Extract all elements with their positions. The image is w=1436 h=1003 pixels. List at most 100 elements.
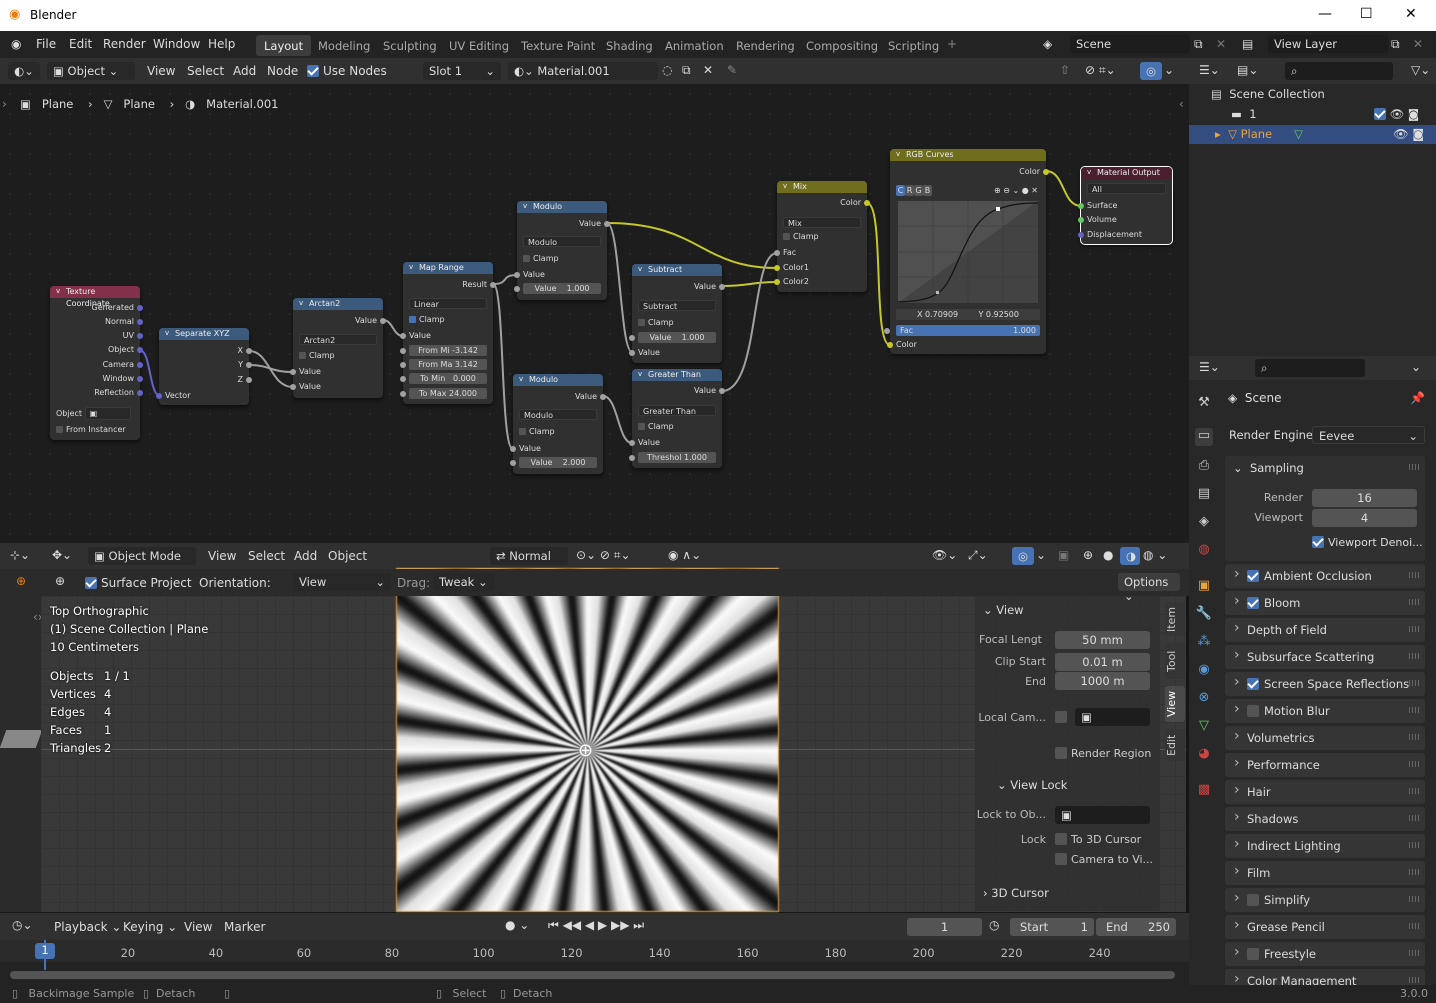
- active-tool-icon[interactable]: ⊕: [55, 574, 65, 588]
- curve-tools-icons[interactable]: ⊕ ⊖ ⌄ ● ✕: [994, 185, 1038, 196]
- blend-mode-dropdown[interactable]: Mix: [783, 217, 861, 228]
- current-frame-field[interactable]: 1: [907, 918, 982, 936]
- viewport-samples-field[interactable]: 4: [1312, 509, 1417, 527]
- sidebar-tab-tool[interactable]: Tool: [1165, 643, 1185, 679]
- panel-freestyle[interactable]: Freestyle: [1225, 942, 1425, 966]
- proportional-editing-icon[interactable]: ◉ ∧⌄: [668, 548, 701, 562]
- operation-dropdown[interactable]: Modulo: [523, 236, 601, 247]
- constraints-tab-icon[interactable]: ⊗: [1195, 690, 1213, 708]
- editor-type-icon[interactable]: ⊹⌄: [10, 548, 30, 562]
- viewport-menu-add[interactable]: Add: [294, 549, 317, 563]
- drag-handle-icon[interactable]: [1409, 815, 1419, 821]
- view-lock-header[interactable]: ⌄ View Lock: [997, 778, 1067, 792]
- panel-film[interactable]: Film: [1225, 861, 1425, 885]
- value-field[interactable]: Value 2.000: [510, 457, 597, 468]
- operation-dropdown[interactable]: Greater Than: [638, 405, 716, 416]
- xray-icon[interactable]: ▣: [1058, 548, 1069, 562]
- cursor-tool-icon[interactable]: ⊕: [16, 574, 26, 588]
- playback-menu[interactable]: Playback ⌄: [54, 920, 121, 934]
- drag-handle-icon[interactable]: [1409, 761, 1419, 767]
- drag-handle-icon[interactable]: [1409, 734, 1419, 740]
- editor-type-icon[interactable]: ☰⌄: [1199, 360, 1220, 374]
- panel-grease-pencil[interactable]: Grease Pencil: [1225, 915, 1425, 939]
- surface-project-checkbox[interactable]: Surface Project: [85, 576, 192, 590]
- outliner-collection[interactable]: ▬ 1 👁 ◙: [1231, 107, 1431, 121]
- clamp-checkbox[interactable]: Clamp: [299, 350, 377, 361]
- local-camera-checkbox[interactable]: [1055, 710, 1071, 724]
- shading-solid-icon[interactable]: ●: [1103, 548, 1113, 562]
- node-map-range[interactable]: Map Range Result Linear Clamp Value From…: [400, 261, 496, 404]
- point-x[interactable]: X 0.70909: [917, 310, 958, 319]
- clamp-checkbox[interactable]: Clamp: [638, 317, 716, 328]
- physics-tab-icon[interactable]: ◉: [1195, 662, 1213, 680]
- panel-enable-checkbox[interactable]: [1247, 597, 1259, 609]
- view-panel-header[interactable]: ⌄ View: [983, 603, 1024, 617]
- channel-c[interactable]: C: [896, 185, 905, 196]
- panel-shadows[interactable]: Shadows: [1225, 807, 1425, 831]
- panel-enable-checkbox[interactable]: [1247, 948, 1259, 960]
- delete-view-layer-icon[interactable]: ✕: [1413, 37, 1423, 51]
- panel-screen-space-reflections[interactable]: Screen Space Reflections: [1225, 672, 1425, 696]
- outliner-scene-collection[interactable]: ▤ Scene Collection: [1211, 87, 1325, 101]
- render-region-checkbox[interactable]: Render Region: [1055, 747, 1151, 760]
- node-material-output[interactable]: Material Output All Surface Volume Displ…: [1078, 166, 1173, 245]
- focal-length-field[interactable]: 50 mm: [1055, 631, 1150, 649]
- panel-enable-checkbox[interactable]: [1247, 570, 1259, 582]
- delete-scene-icon[interactable]: ✕: [1216, 37, 1226, 51]
- node-texture-coordinate[interactable]: Texture Coordinate Generated Normal UV O…: [50, 285, 143, 440]
- sampling-header[interactable]: ⌄ Sampling: [1233, 461, 1304, 475]
- drag-handle-icon[interactable]: [1409, 842, 1419, 848]
- object-field[interactable]: Object ▣: [56, 407, 134, 420]
- drag-handle-icon[interactable]: [1409, 923, 1419, 929]
- render-samples-field[interactable]: 16: [1312, 489, 1417, 507]
- drag-handle-icon[interactable]: [1409, 572, 1419, 578]
- panel-depth-of-field[interactable]: Depth of Field: [1225, 618, 1425, 642]
- start-frame-field[interactable]: Start 1: [1010, 918, 1094, 936]
- drag-handle-icon[interactable]: [1409, 788, 1419, 794]
- render-engine-dropdown[interactable]: Eevee ⌄: [1312, 426, 1425, 444]
- value-field[interactable]: Value 1.000: [514, 283, 601, 294]
- lock-to-cursor-checkbox[interactable]: To 3D Cursor: [1055, 833, 1141, 846]
- 3d-cursor-panel-header[interactable]: › 3D Cursor: [983, 886, 1049, 900]
- to-min-field[interactable]: To Min 0.000: [400, 373, 487, 384]
- lock-camera-to-view-checkbox[interactable]: Camera to Vi...: [1055, 853, 1153, 866]
- view-layer-tab-icon[interactable]: ▤: [1195, 486, 1213, 504]
- pin-icon[interactable]: 📌: [1410, 391, 1425, 405]
- shading-material-icon[interactable]: ◑: [1120, 547, 1140, 565]
- shading-wireframe-icon[interactable]: ⊕: [1083, 548, 1093, 562]
- preview-range-icon[interactable]: ◷: [989, 918, 999, 932]
- display-mode-icon[interactable]: ▤⌄: [1237, 63, 1258, 77]
- operation-dropdown[interactable]: Subtract: [638, 300, 716, 311]
- clamp-checkbox[interactable]: Clamp: [638, 421, 716, 432]
- drag-handle-icon[interactable]: [1409, 707, 1419, 713]
- orientation-dropdown[interactable]: View ⌄: [293, 573, 391, 591]
- render-tab-icon[interactable]: ▭: [1195, 428, 1213, 446]
- timeline-menu-marker[interactable]: Marker: [224, 920, 265, 934]
- viewport-menu-view[interactable]: View: [208, 549, 236, 563]
- drag-handle-icon[interactable]: [1409, 626, 1419, 632]
- world-tab-icon[interactable]: ◍: [1195, 542, 1213, 560]
- operation-dropdown[interactable]: Arctan2: [299, 334, 377, 345]
- drag-handle-icon[interactable]: [1409, 599, 1419, 605]
- texture-tab-icon[interactable]: ▩: [1195, 782, 1213, 800]
- pivot-point-icon[interactable]: ⊙⌄ ⊘ ⌗⌄: [576, 548, 631, 563]
- output-tab-icon[interactable]: ⎙: [1195, 458, 1213, 476]
- editor-type-icon[interactable]: ◷⌄: [12, 918, 33, 932]
- threshold-field[interactable]: Threshol 1.000: [629, 452, 716, 463]
- drag-handle-icon[interactable]: [1409, 680, 1419, 686]
- transform-orientation-dropdown[interactable]: ⇄ Normal ⌄: [490, 547, 568, 577]
- keying-menu[interactable]: Keying ⌄: [123, 920, 177, 934]
- maximize-button[interactable]: ☐: [1360, 6, 1373, 22]
- panel-enable-checkbox[interactable]: [1247, 894, 1259, 906]
- panel-motion-blur[interactable]: Motion Blur: [1225, 699, 1425, 723]
- node-rgb-curves[interactable]: RGB Curves Color CRGB ⊕ ⊖ ⌄ ● ✕ X 0.7090…: [884, 148, 1049, 354]
- new-view-layer-icon[interactable]: ⧉: [1391, 37, 1400, 52]
- clamp-checkbox[interactable]: Clamp: [409, 314, 487, 325]
- panel-hair[interactable]: Hair: [1225, 780, 1425, 804]
- channel-g[interactable]: G: [914, 185, 923, 196]
- minimize-button[interactable]: —: [1318, 6, 1332, 22]
- node-separate-xyz[interactable]: Separate XYZ X Y Z Vector: [156, 327, 252, 405]
- panel-simplify[interactable]: Simplify: [1225, 888, 1425, 912]
- outliner-search-input[interactable]: ⌕: [1285, 62, 1393, 80]
- interpolation-dropdown[interactable]: Linear: [409, 298, 487, 309]
